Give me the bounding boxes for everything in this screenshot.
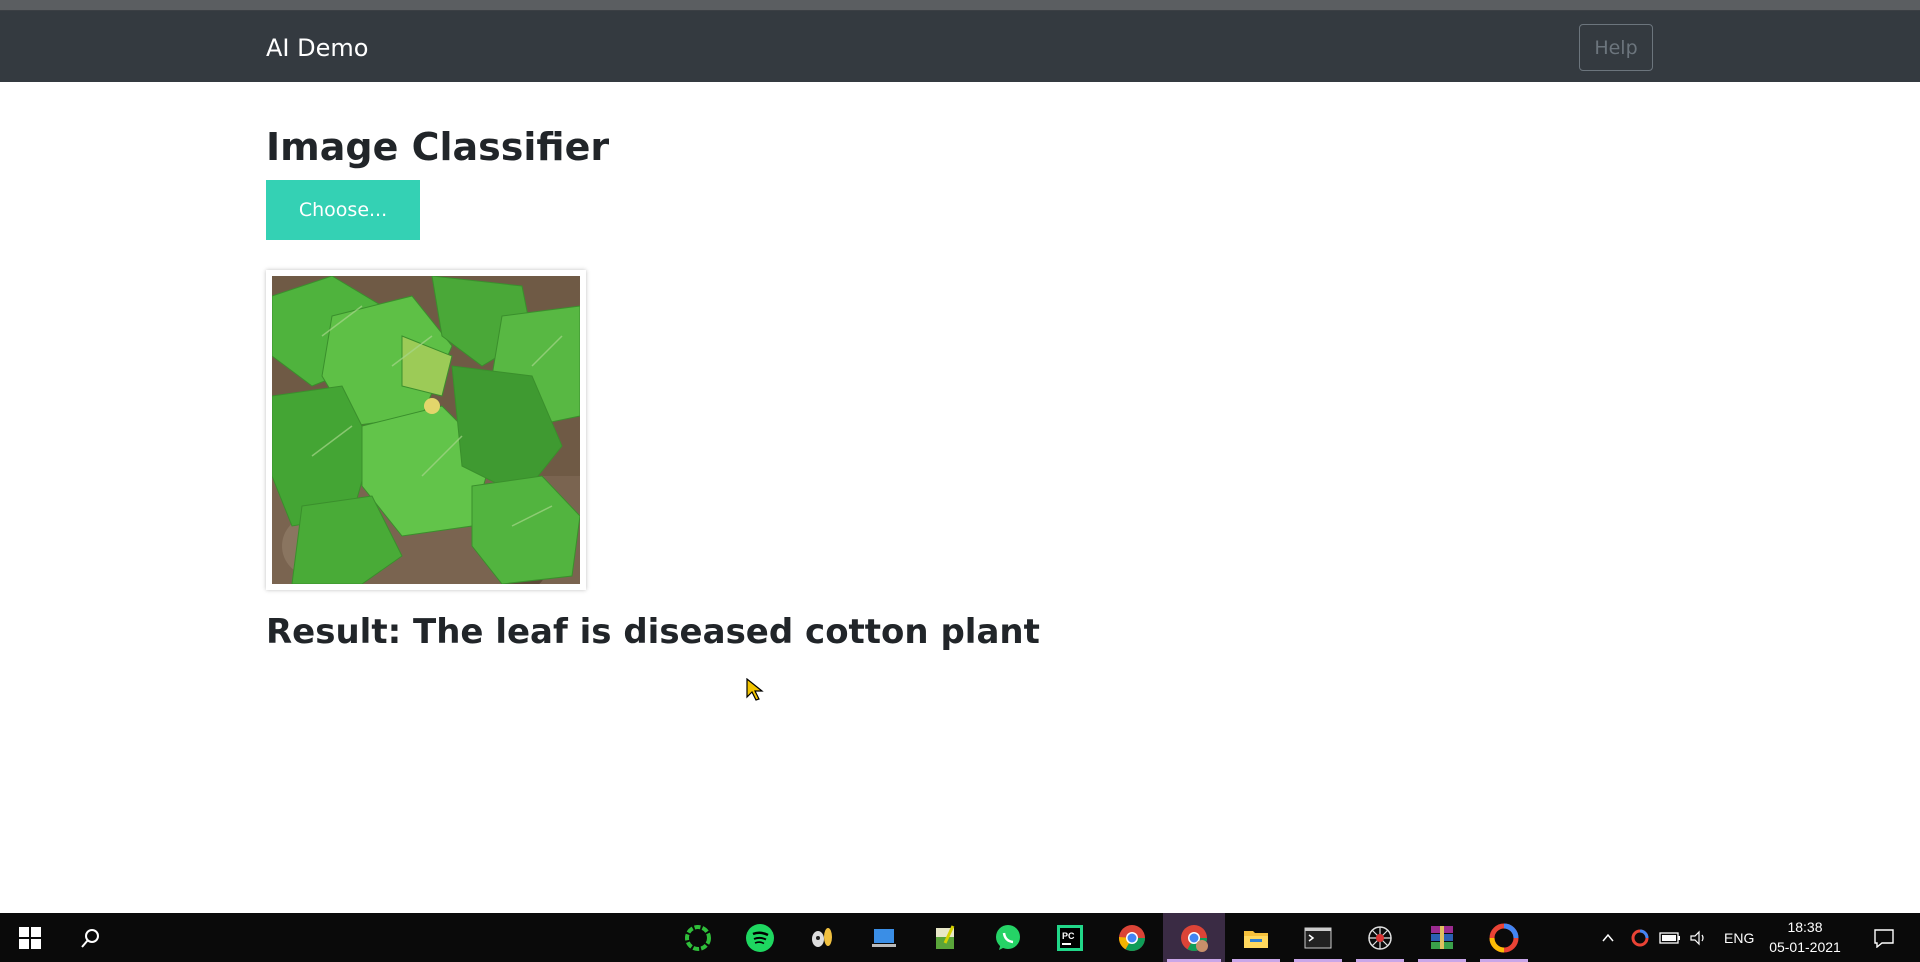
help-button[interactable]: Help: [1579, 24, 1653, 71]
network-icon[interactable]: [1352, 913, 1408, 962]
tray-colorful-icon[interactable]: [1631, 913, 1649, 962]
clock-date: 05-01-2021: [1769, 939, 1841, 955]
terminal-icon[interactable]: [1290, 913, 1346, 962]
language-indicator[interactable]: ENG: [1724, 913, 1754, 962]
whatsapp-icon[interactable]: [980, 913, 1036, 962]
photos-icon[interactable]: [1476, 913, 1532, 962]
page-title: Image Classifier: [266, 125, 610, 169]
navbar: AI Demo Help: [0, 11, 1920, 82]
tray-chevron-icon[interactable]: [1600, 913, 1616, 962]
file-explorer-icon[interactable]: [1228, 913, 1284, 962]
pycharm-icon[interactable]: PC: [1042, 913, 1098, 962]
winrar-icon[interactable]: [1414, 913, 1470, 962]
app-icon[interactable]: [794, 913, 850, 962]
clock-time: 18:38: [1787, 919, 1823, 935]
laptop-icon[interactable]: [856, 913, 912, 962]
uploaded-leaf-image: [272, 276, 580, 584]
chrome-profile-icon[interactable]: [1163, 913, 1225, 962]
classification-result: Result: The leaf is diseased cotton plan…: [266, 612, 1040, 652]
volume-icon[interactable]: [1689, 913, 1709, 962]
svg-text:PC: PC: [1062, 931, 1075, 941]
battery-icon[interactable]: [1659, 913, 1681, 962]
search-icon[interactable]: [62, 913, 118, 962]
taskbar-clock[interactable]: 18:38 05-01-2021: [1760, 917, 1850, 957]
chrome-icon[interactable]: [1104, 913, 1160, 962]
navbar-brand[interactable]: AI Demo: [266, 34, 368, 62]
image-preview-frame: [266, 270, 586, 590]
start-icon[interactable]: [2, 913, 58, 962]
browser-top-strip: [0, 0, 1920, 11]
viewport: AI Demo Help Image Classifier Choose...: [0, 0, 1920, 962]
mouse-cursor-icon: [746, 678, 764, 701]
choose-file-button[interactable]: Choose...: [266, 180, 420, 240]
notepad-icon[interactable]: [918, 913, 974, 962]
cortana-ring-icon[interactable]: [670, 913, 726, 962]
windows-taskbar: PC ENG 18:38 05-01-2021: [0, 913, 1920, 962]
notification-icon[interactable]: [1864, 913, 1904, 962]
spotify-icon[interactable]: [732, 913, 788, 962]
